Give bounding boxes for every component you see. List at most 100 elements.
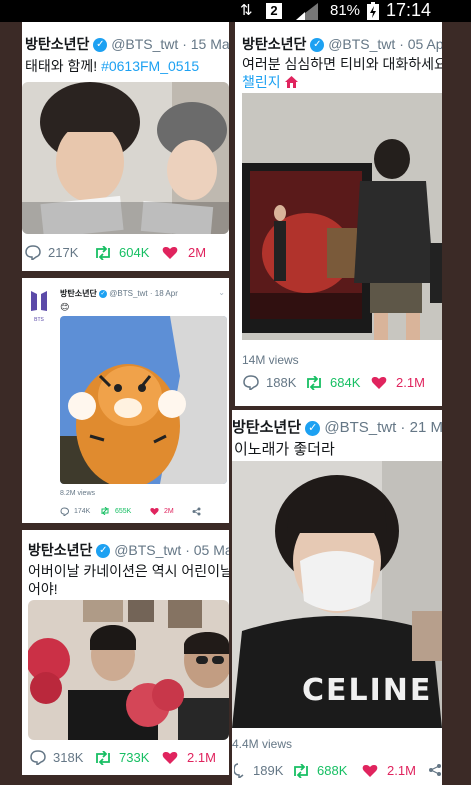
tweet-card-3[interactable]: 방탄소년단 ✓ @BTS_twt · 05 May 어버이날 카네이션은 역시 … [22, 530, 229, 775]
tiger-photo [60, 316, 227, 484]
retweet-button[interactable]: 655K [100, 507, 131, 515]
author-name[interactable]: 방탄소년단 [60, 289, 97, 298]
share-button[interactable] [192, 507, 201, 516]
tweet-menu-chevron[interactable]: ⌄ [218, 288, 225, 297]
like-button[interactable]: 2.1M [162, 750, 216, 765]
share-button[interactable] [428, 763, 442, 777]
tweet-header: 방탄소년단 ✓ @BTS_twt · 18 Apr [60, 288, 229, 299]
retweet-button[interactable]: 604K [94, 245, 149, 260]
reply-button[interactable]: 174K [60, 507, 90, 516]
tweet-photo[interactable] [22, 82, 229, 234]
share-icon [192, 507, 201, 516]
tweet-video[interactable]: CELINE [232, 461, 442, 728]
reply-button[interactable]: 217K [25, 245, 78, 260]
retweet-icon [96, 245, 110, 260]
tweet-text: 이노래가 좋더라 [234, 441, 335, 458]
author-name[interactable]: 방탄소년단 [242, 36, 306, 52]
author-name[interactable]: 방탄소년단 [25, 36, 89, 52]
like-count: 2M [188, 245, 207, 260]
house-emoji-icon [284, 76, 298, 88]
bts-logo-icon [31, 291, 47, 311]
retweet-button[interactable]: 684K [305, 375, 360, 390]
reply-count: 174K [74, 508, 91, 515]
author-handle[interactable]: @BTS_twt · 18 Apr [109, 289, 178, 298]
reply-count: 188K [266, 375, 297, 390]
tweet-photo[interactable] [60, 316, 227, 484]
retweet-count: 655K [115, 507, 132, 515]
reply-count: 217K [48, 245, 79, 260]
retweet-button[interactable]: 688K [292, 763, 347, 778]
verified-icon: ✓ [93, 38, 108, 53]
reply-button[interactable]: 189K [234, 763, 283, 778]
tweet-card-2[interactable]: BTS 방탄소년단 ✓ @BTS_twt · 18 Apr ⌄ 😊 8.2M v… [22, 278, 229, 523]
tweet-text-line-1: 여러분 심심하면 티비와 대화하세요 [242, 56, 442, 72]
tweet-header: 방탄소년단 ✓ @BTS_twt · 05 Apr [242, 34, 442, 54]
view-count: 8.2M views [60, 490, 96, 497]
retweet-button[interactable]: 733K [94, 750, 149, 765]
like-count: 2.1M [396, 375, 425, 390]
heart-icon [371, 377, 387, 389]
retweet-count: 684K [330, 375, 361, 390]
reply-button[interactable]: 318K [30, 750, 83, 765]
author-name[interactable]: 방탄소년단 [232, 419, 301, 436]
shirt-print: CELINE [302, 673, 433, 708]
author-handle[interactable]: @BTS_twt · 05 May [114, 542, 229, 558]
share-icon [429, 764, 441, 776]
verified-icon: ✓ [96, 544, 111, 559]
like-button[interactable]: 2.1M [362, 763, 416, 778]
tv-video-frame [242, 93, 442, 340]
tweet-photo[interactable] [28, 600, 229, 740]
tweet-header: 방탄소년단 ✓ @BTS_twt · 21 Mar [232, 416, 442, 437]
tweet-card-1[interactable]: 방탄소년단 ✓ @BTS_twt · 15 Ma 태태와 함께! #0613FM… [22, 22, 229, 271]
retweet-count: 733K [119, 750, 150, 765]
usb-icon: ⇅ [240, 2, 253, 19]
tweet-text-body: 태태와 함께! [25, 58, 102, 74]
tweet-text-line-1: 어버이날 카네이션은 역시 어린이날 [28, 563, 229, 579]
tweet-header: 방탄소년단 ✓ @BTS_twt · 15 Ma [25, 34, 229, 54]
like-count: 2.1M [387, 763, 416, 778]
like-button[interactable]: 2M [162, 245, 206, 260]
sim-badge: 2 [266, 3, 282, 19]
tweet-text-line-2: 챌린지 [242, 72, 442, 92]
like-button[interactable]: 2.1M [371, 375, 425, 390]
clock: 17:14 [386, 0, 432, 20]
carnation-photo [28, 600, 229, 740]
verified-icon: ✓ [305, 420, 321, 436]
author-name[interactable]: 방탄소년단 [28, 542, 92, 558]
like-count: 2M [164, 507, 174, 515]
reply-button[interactable]: 188K [243, 375, 296, 390]
challenge-link[interactable]: 챌린지 [242, 74, 281, 90]
retweet-count: 604K [119, 245, 150, 260]
tweet-header: 방탄소년단 ✓ @BTS_twt · 05 May [28, 540, 229, 560]
verified-icon: ✓ [99, 289, 108, 298]
reply-icon [60, 507, 69, 516]
bts-logo: BTS [30, 290, 48, 323]
battery-percent: 81% [330, 2, 361, 19]
reply-icon [25, 245, 41, 260]
retweet-count: 688K [317, 763, 348, 778]
heart-icon [150, 508, 159, 515]
tweet-text: 태태와 함께! #0613FM_0515 [25, 56, 229, 76]
retweet-icon [101, 507, 109, 515]
hashtag-link[interactable]: #0613FM_0515 [101, 58, 199, 74]
tweet-video[interactable] [242, 93, 442, 340]
author-handle[interactable]: @BTS_twt · 05 Apr [328, 36, 442, 52]
like-button[interactable]: 2M [150, 507, 174, 515]
tweet-card-5[interactable]: 방탄소년단 ✓ @BTS_twt · 21 Mar 이노래가 좋더라 CELIN… [232, 410, 442, 785]
retweet-icon [96, 750, 110, 765]
status-bar: ⇅ 2 81% 17:14 [0, 0, 471, 22]
reply-icon [30, 750, 46, 765]
like-count: 2.1M [187, 750, 216, 765]
tweet-card-4[interactable]: 방탄소년단 ✓ @BTS_twt · 05 Apr 여러분 심심하면 티비와 대… [235, 22, 442, 406]
author-handle[interactable]: @BTS_twt · 15 Ma [111, 36, 229, 52]
reply-count: 189K [253, 763, 284, 778]
bts-logo-text: BTS [34, 317, 44, 323]
author-handle[interactable]: @BTS_twt · 21 Mar [324, 419, 442, 436]
heart-icon [162, 752, 178, 764]
tweet-text-line-2: 어야! [28, 581, 58, 597]
retweet-icon [294, 763, 308, 778]
retweet-icon [307, 375, 321, 390]
tweet-text: 😊 [60, 302, 70, 312]
reply-count: 318K [53, 750, 84, 765]
reply-icon [234, 763, 244, 778]
